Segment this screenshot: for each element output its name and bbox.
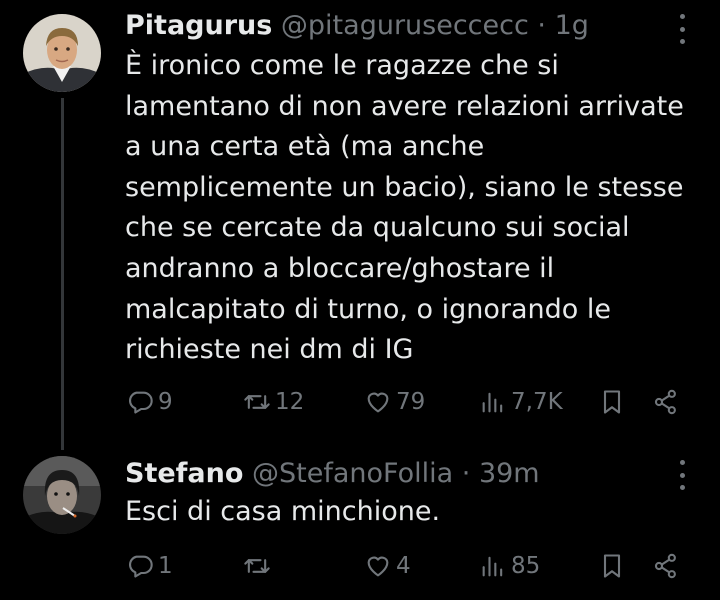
action-bar: 1 4 85 [0,546,720,586]
retweet-count: 12 [275,389,305,415]
tweet[interactable]: Stefano @StefanoFollia · 39m Esci di cas… [0,440,720,600]
views-button[interactable]: 85 [479,546,540,586]
retweet-icon [244,395,270,409]
author-handle[interactable]: @StefanoFollia [252,458,453,489]
more-icon[interactable] [670,460,694,490]
reply-button[interactable]: 1 [126,546,173,586]
retweet-icon [244,559,270,573]
more-icon[interactable] [670,14,694,44]
reply-button[interactable]: 9 [126,382,173,422]
reply-icon [129,391,153,414]
like-count: 4 [396,553,411,579]
like-button[interactable]: 79 [364,382,425,422]
retweet-button[interactable] [243,546,275,586]
share-icon [654,389,676,415]
author-name[interactable]: Pitagurus [125,10,272,41]
timestamp[interactable]: 39m [479,458,540,489]
views-count: 7,7K [511,389,563,415]
views-icon [482,392,503,413]
tweet-header: Pitagurus @pitaguruseccecc · 1g [125,8,660,44]
share-icon [654,553,676,579]
reply-icon [129,555,153,578]
author-handle[interactable]: @pitaguruseccecc [281,10,529,41]
like-button[interactable]: 4 [364,546,411,586]
bookmark-icon [603,390,621,414]
timestamp[interactable]: 1g [555,10,589,41]
separator: · [537,10,547,41]
views-count: 85 [511,553,541,579]
bookmark-button[interactable] [598,382,626,422]
bookmark-button[interactable] [598,546,626,586]
avatar[interactable] [23,456,101,534]
tweet-text: È ironico come le ragazze che si lamenta… [125,50,684,366]
reply-count: 1 [158,553,173,579]
tweet[interactable]: Pitagurus @pitaguruseccecc · 1g È ironic… [0,0,720,450]
tweet-text: Esci di casa minchione. [125,496,441,527]
like-count: 79 [396,389,426,415]
action-bar: 9 12 79 7,7K [0,382,720,422]
tweet-header: Stefano @StefanoFollia · 39m [125,456,660,492]
views-button[interactable]: 7,7K [479,382,563,422]
author-name[interactable]: Stefano [125,458,243,489]
share-button[interactable] [652,546,680,586]
avatar[interactable] [23,14,101,92]
like-icon [367,556,389,577]
bookmark-icon [603,554,621,578]
separator: · [461,458,471,489]
reply-count: 9 [158,389,173,415]
share-button[interactable] [652,382,680,422]
like-icon [367,392,389,413]
views-icon [482,556,503,577]
retweet-button[interactable]: 12 [243,382,304,422]
